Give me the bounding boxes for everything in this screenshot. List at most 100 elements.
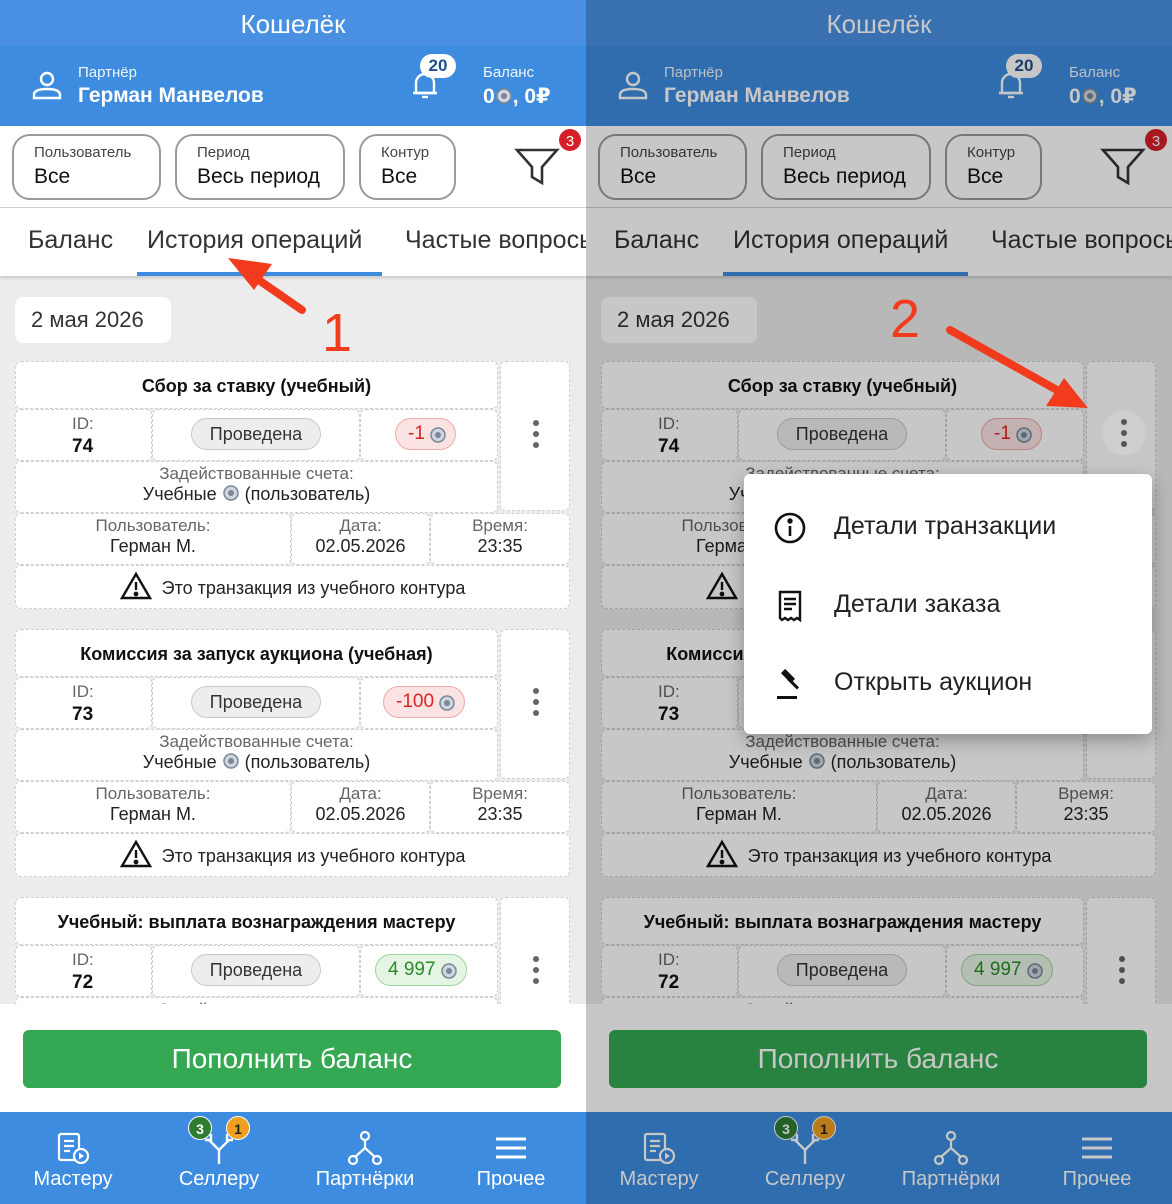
- time-value: 23:35: [477, 536, 523, 556]
- nav-partners[interactable]: Партнёрки: [292, 1112, 438, 1204]
- active-menu-button-highlight[interactable]: [1102, 411, 1146, 455]
- nav-seller[interactable]: 3 1 Селлеру: [146, 1112, 292, 1204]
- amount-badge: -100: [383, 686, 466, 718]
- receipt-icon: [778, 590, 802, 623]
- info-icon: [774, 512, 806, 544]
- filter-user-label: Пользователь: [34, 144, 132, 161]
- more-vertical-icon: [533, 956, 539, 986]
- tab-balance[interactable]: Баланс: [28, 226, 113, 255]
- amount-cell: 4 997: [360, 945, 498, 997]
- notifications-badge: 20: [420, 54, 456, 78]
- more-vertical-icon: [1121, 419, 1127, 447]
- nav-master[interactable]: Мастеру: [0, 1112, 146, 1204]
- annotation-step-1: 1: [322, 303, 353, 363]
- id-label: ID:: [72, 414, 94, 433]
- more-vertical-icon: [533, 420, 539, 450]
- status-badge: Проведена: [191, 686, 321, 718]
- coin-gear-icon: [430, 427, 446, 443]
- filter-user[interactable]: Пользователь Все: [12, 134, 161, 200]
- tab-faq[interactable]: Частые вопросы: [405, 226, 586, 255]
- transaction-context-menu: Детали транзакции Детали заказа Открыть ау…: [744, 474, 1152, 734]
- context-menu-item[interactable]: Открыть аукцион: [744, 644, 1152, 722]
- id-label: ID:: [72, 682, 94, 701]
- coin-gear-icon: [222, 753, 239, 769]
- time-value: 23:35: [477, 804, 523, 824]
- balance-value: 0, 0₽: [483, 85, 551, 108]
- user-label: Пользователь:: [95, 516, 211, 535]
- screen-left: Кошелёк Партнёр Герман Манвелов 20 Балан…: [0, 0, 586, 1204]
- hamburger-icon: [496, 1137, 526, 1159]
- time-label: Время:: [472, 784, 528, 803]
- context-menu-item-label: Открыть аукцион: [834, 668, 1033, 696]
- tab-history[interactable]: История операций: [147, 226, 362, 255]
- nav-other[interactable]: Прочее: [438, 1112, 584, 1204]
- transaction-card[interactable]: Учебный: выплата вознаграждения мастеру …: [15, 897, 570, 1005]
- transaction-card[interactable]: Сбор за ставку (учебный) ID: 74 Проведен…: [15, 361, 570, 611]
- status-cell: Проведена: [152, 409, 360, 461]
- filter-bar: Пользователь Все Период Весь период Конт…: [0, 126, 586, 208]
- status-cell: Проведена: [152, 945, 360, 997]
- filter-period-value: Весь период: [197, 165, 320, 188]
- amount-badge: -1: [395, 418, 456, 450]
- status-cell: Проведена: [152, 677, 360, 729]
- transaction-card[interactable]: Комиссия за запуск аукциона (учебная) ID…: [15, 629, 570, 879]
- transaction-menu-button[interactable]: [500, 629, 570, 779]
- accounts-value: Учебные (пользователь): [142, 752, 371, 772]
- more-vertical-icon: [533, 688, 539, 718]
- training-warning: Это транзакция из учебного контура: [15, 565, 570, 609]
- accounts-cell: Задействованные счета: Учебные (пользова…: [15, 461, 498, 513]
- time-label: Время:: [472, 516, 528, 535]
- status-badge: Проведена: [191, 418, 321, 450]
- balance-label: Баланс: [483, 64, 535, 81]
- date-label: Дата:: [339, 516, 382, 535]
- filter-contour[interactable]: Контур Все: [359, 134, 456, 200]
- tabs: Баланс История операций Частые вопросы: [0, 208, 586, 276]
- transaction-menu-button[interactable]: [500, 897, 570, 1005]
- partner-name[interactable]: Герман Манвелов: [78, 84, 264, 108]
- screen-right: Кошелёк Партнёр Герман Манвелов 20 Балан…: [586, 0, 1172, 1204]
- date-group-label: 2 мая 2026: [15, 297, 171, 343]
- user-cell: Пользователь: Герман М.: [15, 513, 291, 565]
- time-cell: Время: 23:35: [430, 781, 570, 833]
- header: Партнёр Герман Манвелов 20 Баланс 0, 0₽: [0, 46, 586, 126]
- date-label: Дата:: [339, 784, 382, 803]
- training-warning: Это транзакция из учебного контура: [15, 833, 570, 877]
- status-badge: Проведена: [191, 954, 321, 986]
- nav-other-label: Прочее: [476, 1168, 546, 1190]
- context-menu-item[interactable]: Детали транзакции: [744, 488, 1152, 566]
- accounts-cell: Задействованные счета: Учебные (пользова…: [15, 729, 498, 781]
- context-menu-item[interactable]: Детали заказа: [744, 566, 1152, 644]
- amount-value: -100: [396, 691, 435, 712]
- nav-partners-label: Партнёрки: [315, 1168, 415, 1190]
- seller-badge-orange: 1: [226, 1116, 250, 1140]
- warning-text: Это транзакция из учебного контура: [161, 578, 466, 598]
- filter-period[interactable]: Период Весь период: [175, 134, 345, 200]
- transaction-id: 73: [72, 704, 94, 725]
- coin-gear-icon: [495, 88, 512, 104]
- operations-list[interactable]: 2 мая 2026 Сбор за ставку (учебный) ID: …: [0, 277, 586, 1005]
- bottom-action-area: Пополнить баланс: [0, 1004, 586, 1112]
- warning-text: Это транзакция из учебного контура: [161, 846, 466, 866]
- transaction-title: Комиссия за запуск аукциона (учебная): [15, 629, 498, 677]
- topup-button[interactable]: Пополнить баланс: [23, 1030, 561, 1088]
- filter-user-value: Все: [34, 165, 71, 188]
- coin-gear-icon: [222, 485, 239, 501]
- amount-badge: 4 997: [375, 954, 467, 986]
- bottom-navigation: Мастеру 3 1 Селлеру Партнёрки Прочее: [0, 1112, 586, 1204]
- amount-cell: -100: [360, 677, 498, 729]
- context-menu-item-label: Детали заказа: [834, 590, 1001, 618]
- filter-funnel-icon[interactable]: [514, 146, 560, 188]
- transaction-menu-button[interactable]: [500, 361, 570, 511]
- warning-triangle-icon: [119, 571, 152, 600]
- transaction-id-cell: ID: 72: [15, 945, 152, 997]
- coin-gear-icon: [439, 695, 455, 711]
- transaction-title: Учебный: выплата вознаграждения мастеру: [15, 897, 498, 945]
- date-value: 02.05.2026: [315, 804, 406, 824]
- annotation-step-2: 2: [890, 289, 921, 349]
- amount-value: -1: [408, 423, 425, 444]
- accounts-label: Задействованные счета:: [159, 464, 354, 483]
- user-value: Герман М.: [110, 536, 196, 556]
- context-menu-item-label: Детали транзакции: [834, 512, 1057, 540]
- transaction-id: 74: [72, 436, 94, 457]
- date-cell: Дата: 02.05.2026: [291, 513, 430, 565]
